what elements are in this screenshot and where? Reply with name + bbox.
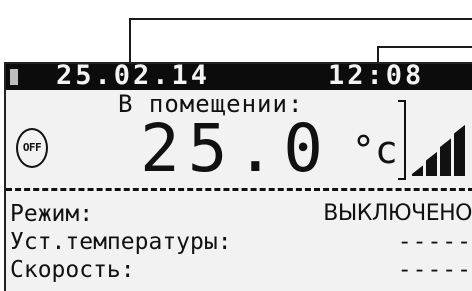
status-bar: 25.02.14 12:08 [6, 62, 472, 91]
callout-line-date-vertical [129, 18, 131, 64]
mode-label: Режим: [10, 201, 94, 227]
mode-row: Режим: ВЫКЛЮЧЕНО [10, 200, 472, 228]
signal-bar [412, 165, 423, 176]
callout-line-date-horizontal [129, 18, 472, 20]
status-bar-marker [10, 69, 18, 85]
speed-value: ----- [397, 257, 472, 283]
dashed-divider [6, 188, 472, 191]
signal-strength-icon [412, 124, 465, 176]
signal-bar [426, 151, 437, 176]
setpoint-row: Уст.температуры: ----- [10, 228, 472, 256]
power-off-icon[interactable]: OFF [16, 128, 48, 168]
room-temperature-value: 25.0 [140, 110, 331, 187]
callout-line-time-horizontal [377, 46, 472, 48]
speed-row: Скорость: ----- [10, 256, 472, 284]
setpoint-label: Уст.температуры: [10, 229, 232, 255]
display-bracket [398, 100, 406, 180]
temperature-unit: °c [352, 128, 398, 172]
mode-value: ВЫКЛЮЧЕНО [323, 201, 472, 226]
speed-label: Скорость: [10, 257, 135, 283]
signal-bar [440, 138, 451, 176]
time-display: 12:08 [328, 62, 425, 91]
lcd-screen: 25.02.14 12:08 В помещении: OFF 25.0 °c … [4, 62, 472, 291]
signal-bar [454, 124, 465, 176]
setpoint-value: ----- [397, 229, 472, 255]
date-display: 25.02.14 [56, 62, 211, 91]
